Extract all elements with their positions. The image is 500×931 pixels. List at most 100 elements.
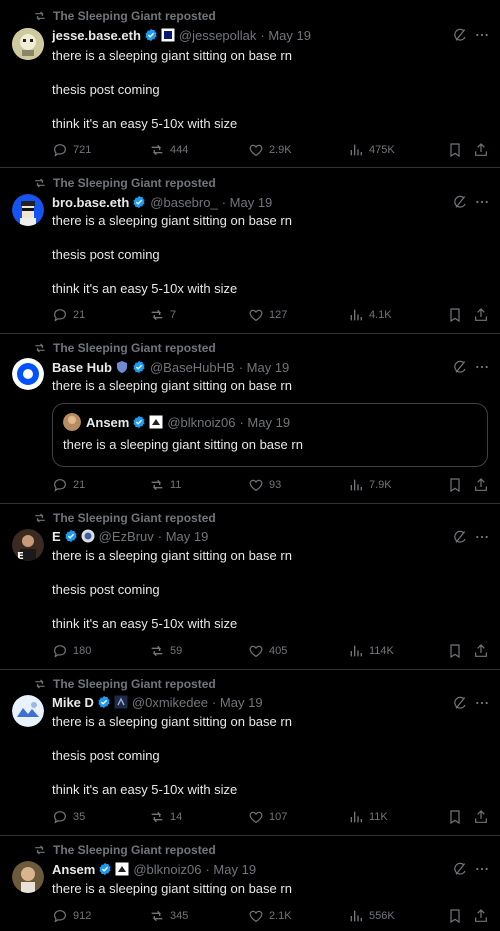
views-icon <box>348 477 364 493</box>
views-button[interactable]: 7.9K <box>348 477 392 493</box>
handle[interactable]: @EzBruv <box>99 529 154 544</box>
post-date[interactable]: · May 19 <box>239 360 290 375</box>
bookmark-button[interactable] <box>447 643 468 659</box>
share-button[interactable] <box>473 908 494 924</box>
reply-button[interactable]: 180 <box>52 643 91 659</box>
like-button[interactable]: 2.9K <box>248 142 292 158</box>
repost-button[interactable]: 11 <box>149 477 181 493</box>
post-date[interactable]: · May 19 <box>222 195 273 210</box>
affiliate-badge-icon[interactable] <box>81 529 95 543</box>
reply-button[interactable]: 721 <box>52 142 91 158</box>
grok-icon[interactable] <box>452 27 468 43</box>
more-icon[interactable] <box>474 695 490 711</box>
post-basehub[interactable]: The Sleeping Giant reposted Base Hub @Ba… <box>0 334 500 504</box>
views-button[interactable]: 114K <box>348 643 394 659</box>
share-icon <box>473 477 489 493</box>
quote-header: Ansem @blknoiz06 · May 19 <box>86 412 290 432</box>
avatar[interactable]: E <box>12 529 44 561</box>
more-icon[interactable] <box>474 359 490 375</box>
display-name[interactable]: Mike D <box>52 695 94 710</box>
post-text-line: there is a sleeping giant sitting on bas… <box>52 48 292 63</box>
grok-icon[interactable] <box>452 194 468 210</box>
bookmark-button[interactable] <box>447 307 468 323</box>
like-button[interactable]: 127 <box>248 307 287 323</box>
post-date[interactable]: · May 19 <box>260 28 311 43</box>
bookmark-button[interactable] <box>447 142 468 158</box>
avatar[interactable] <box>12 695 44 727</box>
bookmark-button[interactable] <box>447 809 468 825</box>
display-name[interactable]: E <box>52 529 61 544</box>
handle[interactable]: @0xmikedee <box>132 695 208 710</box>
repost-icon <box>149 477 165 493</box>
post-ansem[interactable]: The Sleeping Giant reposted Ansem @blkno… <box>0 836 500 931</box>
post-header: E @EzBruv · May 19 <box>52 526 460 546</box>
views-button[interactable]: 475K <box>348 142 395 158</box>
more-icon[interactable] <box>474 194 490 210</box>
post-jesse[interactable]: The Sleeping Giant reposted jesse.base.e… <box>0 0 500 168</box>
post-text-line: thesis post coming <box>52 82 160 97</box>
display-name[interactable]: bro.base.eth <box>52 195 129 210</box>
avatar[interactable] <box>12 358 44 390</box>
reply-icon <box>52 908 68 924</box>
views-button[interactable]: 556K <box>348 908 395 924</box>
avatar[interactable] <box>12 861 44 893</box>
display-name[interactable]: Ansem <box>52 862 95 877</box>
post-e[interactable]: The Sleeping Giant reposted E E @EzBruv … <box>0 504 500 670</box>
reply-button[interactable]: 21 <box>52 477 85 493</box>
reply-button[interactable]: 21 <box>52 307 85 323</box>
like-button[interactable]: 93 <box>248 477 281 493</box>
views-count: 11K <box>369 811 388 823</box>
views-button[interactable]: 11K <box>348 809 388 825</box>
post-date[interactable]: · May 19 <box>205 862 256 877</box>
repost-button[interactable]: 14 <box>149 809 182 825</box>
share-button[interactable] <box>473 643 494 659</box>
share-button[interactable] <box>473 477 494 493</box>
avatar[interactable] <box>12 28 44 60</box>
repost-icon <box>149 809 165 825</box>
repost-label: The Sleeping Giant reposted <box>53 341 216 355</box>
repost-button[interactable]: 59 <box>149 643 182 659</box>
bookmark-button[interactable] <box>447 908 468 924</box>
post-bro[interactable]: The Sleeping Giant reposted bro.base.eth… <box>0 168 500 334</box>
more-icon[interactable] <box>474 27 490 43</box>
quote-date: · May 19 <box>239 414 291 430</box>
handle[interactable]: @jessepollak <box>179 28 257 43</box>
quoted-post[interactable]: Ansem @blknoiz06 · May 19 there is a sle… <box>52 403 488 467</box>
repost-icon <box>149 142 165 158</box>
like-button[interactable]: 405 <box>248 643 287 659</box>
grok-icon[interactable] <box>452 695 468 711</box>
affiliate-badge-icon[interactable] <box>161 28 175 42</box>
action-bar: 721 444 2.9K 475K <box>52 142 490 160</box>
grok-icon[interactable] <box>452 359 468 375</box>
more-icon[interactable] <box>474 861 490 877</box>
share-button[interactable] <box>473 307 494 323</box>
share-button[interactable] <box>473 809 494 825</box>
post-header: jesse.base.eth @jessepollak · May 19 <box>52 25 460 45</box>
like-button[interactable]: 2.1K <box>248 908 292 924</box>
grok-icon[interactable] <box>452 529 468 545</box>
share-button[interactable] <box>473 142 494 158</box>
reply-button[interactable]: 912 <box>52 908 91 924</box>
post-miked[interactable]: The Sleeping Giant reposted Mike D @0xmi… <box>0 670 500 836</box>
repost-button[interactable]: 345 <box>149 908 188 924</box>
grok-icon[interactable] <box>452 861 468 877</box>
repost-label: The Sleeping Giant reposted <box>53 843 216 857</box>
like-button[interactable]: 107 <box>248 809 287 825</box>
repost-button[interactable]: 7 <box>149 307 176 323</box>
handle[interactable]: @blknoiz06 <box>133 862 201 877</box>
affiliate-badge-icon[interactable] <box>115 862 129 876</box>
display-name[interactable]: Base Hub <box>52 360 112 375</box>
post-date[interactable]: · May 19 <box>212 695 263 710</box>
repost-button[interactable]: 444 <box>149 142 188 158</box>
handle[interactable]: @basebro_ <box>150 195 217 210</box>
display-name[interactable]: jesse.base.eth <box>52 28 141 43</box>
affiliate-badge-icon[interactable] <box>114 695 128 709</box>
avatar[interactable] <box>12 194 44 226</box>
handle[interactable]: @BaseHubHB <box>150 360 235 375</box>
reply-button[interactable]: 35 <box>52 809 85 825</box>
action-bar: 21 7 127 4.1K <box>52 307 490 325</box>
bookmark-button[interactable] <box>447 477 468 493</box>
views-button[interactable]: 4.1K <box>348 307 392 323</box>
post-date[interactable]: · May 19 <box>158 529 209 544</box>
more-icon[interactable] <box>474 529 490 545</box>
